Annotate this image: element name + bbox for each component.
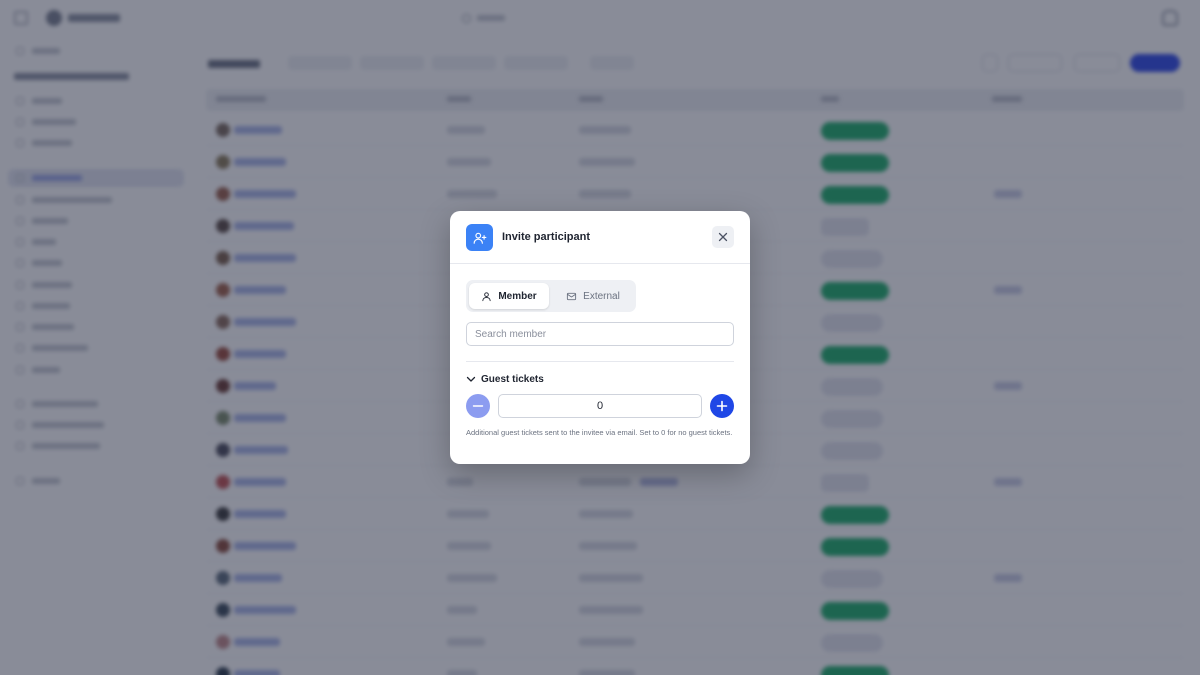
search-member-input[interactable] — [466, 322, 734, 346]
minus-icon — [472, 405, 484, 407]
guest-tickets-help-text: Additional guest tickets sent to the inv… — [466, 428, 733, 437]
guest-quantity-input[interactable] — [498, 394, 702, 418]
mail-icon — [567, 292, 577, 300]
invite-type-switch: Member External — [466, 280, 636, 312]
close-button[interactable] — [712, 226, 734, 248]
guest-tickets-label: Guest tickets — [481, 373, 544, 385]
close-icon — [718, 232, 728, 242]
increase-guest-button[interactable] — [710, 394, 734, 418]
invite-participant-dialog: Invite participant Member External Guest… — [450, 211, 750, 464]
decrease-guest-button[interactable] — [466, 394, 490, 418]
tab-member-label: Member — [498, 290, 537, 302]
plus-icon — [716, 400, 728, 412]
chevron-down-icon — [466, 376, 476, 382]
dialog-header: Invite participant — [450, 211, 750, 264]
guest-tickets-toggle[interactable]: Guest tickets — [466, 373, 544, 385]
tab-external[interactable]: External — [552, 283, 634, 309]
user-plus-icon — [466, 224, 493, 251]
tab-external-label: External — [583, 290, 620, 302]
dialog-title: Invite participant — [502, 231, 591, 243]
divider — [466, 361, 734, 362]
tab-member[interactable]: Member — [469, 283, 549, 309]
user-icon — [482, 291, 491, 301]
